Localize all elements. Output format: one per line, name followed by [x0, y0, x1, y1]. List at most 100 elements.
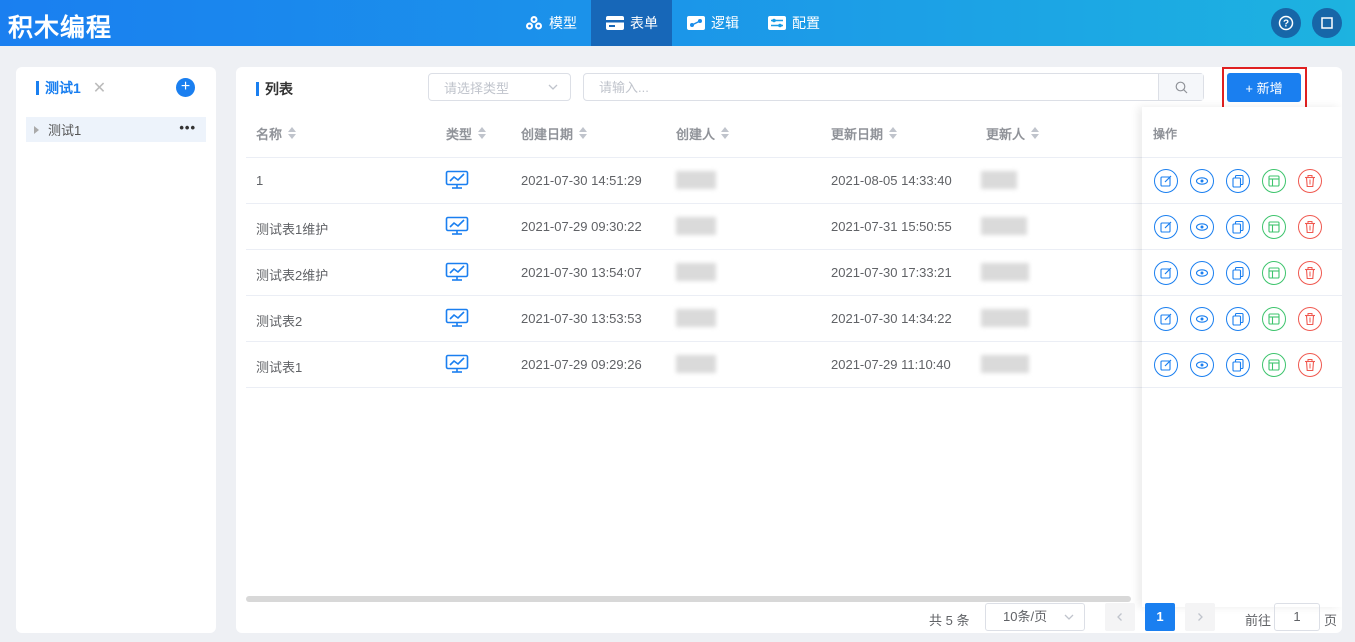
view-icon[interactable]	[1190, 169, 1214, 193]
cell-updated-date: 2021-08-05 14:33:40	[831, 173, 952, 188]
card-icon	[605, 15, 625, 31]
redacted-creator	[676, 263, 716, 281]
cell-updated-date: 2021-07-31 15:50:55	[831, 219, 952, 234]
delete-icon[interactable]	[1298, 353, 1322, 377]
page-size-value: 10条/页	[1003, 609, 1048, 624]
page-number-1[interactable]: 1	[1145, 603, 1175, 631]
list-title: 列表	[256, 79, 293, 99]
app-logo: 积木编程	[8, 14, 113, 42]
add-group-button[interactable]: +	[176, 78, 195, 97]
table-row[interactable]: 测试表1维护 2021-07-29 09:30:22 2021-07-31 15…	[246, 204, 1142, 250]
more-icon[interactable]: •••	[179, 120, 196, 135]
tree-item-test1[interactable]: 测试1 •••	[26, 117, 206, 142]
column-label: 名称	[256, 127, 283, 142]
delete-icon[interactable]	[1298, 169, 1322, 193]
top-nav: 模型 表单 逻辑 配置	[510, 0, 834, 46]
layout-icon[interactable]	[1262, 261, 1286, 285]
cell-name: 测试表2维护	[256, 268, 329, 283]
layout-icon[interactable]	[1262, 353, 1286, 377]
edit-icon[interactable]	[1154, 261, 1178, 285]
next-page-button[interactable]	[1185, 603, 1215, 631]
delete-icon[interactable]	[1298, 215, 1322, 239]
column-header-type[interactable]: 类型	[446, 124, 487, 143]
cell-name: 测试表1	[256, 360, 303, 375]
copy-icon[interactable]	[1226, 307, 1250, 331]
table-row[interactable]: 1 2021-07-30 14:51:29 2021-08-05 14:33:4…	[246, 158, 1142, 204]
cell-created-date: 2021-07-30 13:53:53	[521, 311, 642, 326]
action-row	[1142, 342, 1342, 388]
column-header-updated-date[interactable]: 更新日期	[831, 124, 898, 143]
view-icon[interactable]	[1190, 307, 1214, 331]
column-label: 更新人	[986, 127, 1026, 142]
sort-icon[interactable]	[1031, 127, 1040, 140]
copy-icon[interactable]	[1226, 169, 1250, 193]
caret-right-icon[interactable]	[34, 125, 39, 134]
layout-icon[interactable]	[1262, 169, 1286, 193]
copy-icon[interactable]	[1226, 215, 1250, 239]
redacted-creator	[676, 217, 716, 235]
total-count: 共 5 条	[929, 613, 970, 628]
action-row	[1142, 158, 1342, 204]
copy-icon[interactable]	[1226, 353, 1250, 377]
table-row[interactable]: 测试表2 2021-07-30 13:53:53 2021-07-30 14:3…	[246, 296, 1142, 342]
column-header-created-date[interactable]: 创建日期	[521, 124, 588, 143]
redacted-creator	[676, 171, 716, 189]
chevron-left-icon	[1117, 613, 1122, 621]
copy-icon[interactable]	[1226, 261, 1250, 285]
monitor-icon	[445, 170, 469, 193]
prev-page-button[interactable]	[1105, 603, 1135, 631]
title-indicator	[256, 82, 259, 96]
edit-icon[interactable]	[1154, 307, 1178, 331]
column-header-name[interactable]: 名称	[256, 124, 297, 143]
layout-icon[interactable]	[1262, 307, 1286, 331]
nav-label: 配置	[792, 15, 820, 31]
cell-updated-date: 2021-07-29 11:10:40	[831, 357, 951, 372]
nav-item-logic[interactable]: 逻辑	[672, 0, 753, 46]
cell-name: 测试表1维护	[256, 222, 329, 237]
page-size-select[interactable]: 10条/页	[985, 603, 1085, 631]
search-input[interactable]	[584, 74, 1160, 100]
cell-created-date: 2021-07-29 09:30:22	[521, 219, 642, 234]
nav-item-config[interactable]: 配置	[753, 0, 834, 46]
column-label: 类型	[446, 127, 473, 142]
sort-icon[interactable]	[478, 127, 487, 140]
delete-icon[interactable]	[1298, 261, 1322, 285]
edit-icon[interactable]	[1154, 353, 1178, 377]
goto-unit: 页	[1324, 613, 1338, 628]
view-icon[interactable]	[1190, 215, 1214, 239]
nav-item-form[interactable]: 表单	[591, 0, 672, 46]
redacted-updater	[981, 217, 1027, 235]
redacted-updater	[981, 171, 1017, 189]
edit-icon[interactable]	[1154, 169, 1178, 193]
add-button[interactable]: + 新增	[1227, 73, 1301, 102]
sort-icon[interactable]	[579, 127, 588, 140]
tab-test1[interactable]: 测试1 ✕	[36, 79, 106, 97]
type-select-placeholder: 请选择类型	[444, 80, 510, 96]
fullscreen-button[interactable]	[1312, 8, 1342, 38]
sort-icon[interactable]	[721, 127, 730, 140]
search-button[interactable]	[1158, 74, 1203, 100]
sort-icon[interactable]	[889, 127, 898, 140]
layout-icon[interactable]	[1262, 215, 1286, 239]
nav-label: 表单	[630, 15, 658, 31]
delete-icon[interactable]	[1298, 307, 1322, 331]
column-header-creator[interactable]: 创建人	[676, 124, 730, 143]
column-label: 创建日期	[521, 127, 574, 142]
monitor-icon	[445, 354, 469, 377]
close-icon[interactable]: ✕	[93, 78, 106, 98]
table-row[interactable]: 测试表1 2021-07-29 09:29:26 2021-07-29 11:1…	[246, 342, 1142, 388]
goto-page-input[interactable]: 1	[1274, 603, 1320, 631]
view-icon[interactable]	[1190, 353, 1214, 377]
table-row[interactable]: 测试表2维护 2021-07-30 13:54:07 2021-07-30 17…	[246, 250, 1142, 296]
nav-item-model[interactable]: 模型	[510, 0, 591, 46]
sort-icon[interactable]	[288, 127, 297, 140]
type-select[interactable]: 请选择类型	[428, 73, 571, 101]
nav-label: 逻辑	[711, 15, 739, 31]
edit-icon[interactable]	[1154, 215, 1178, 239]
cell-created-date: 2021-07-30 13:54:07	[521, 265, 642, 280]
view-icon[interactable]	[1190, 261, 1214, 285]
help-button[interactable]: ?	[1271, 8, 1301, 38]
cell-created-date: 2021-07-30 14:51:29	[521, 173, 642, 188]
column-header-updater[interactable]: 更新人	[986, 124, 1040, 143]
monitor-icon	[445, 308, 469, 331]
